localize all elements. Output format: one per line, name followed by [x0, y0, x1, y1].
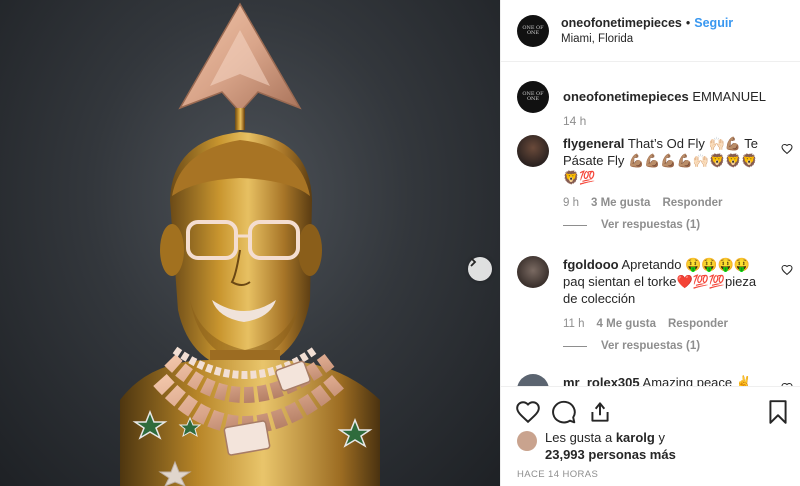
reply-button[interactable]: Responder: [668, 318, 728, 330]
avatar-logo-text: ONE OF ONE: [522, 91, 544, 102]
likes-prefix: Les gusta a: [545, 430, 616, 445]
view-replies-button[interactable]: Ver respuestas (1): [563, 219, 769, 231]
reply-button[interactable]: Responder: [662, 197, 722, 209]
comment-likes[interactable]: 3 Me gusta: [591, 197, 650, 209]
likes-count-button[interactable]: 23,993 personas más: [545, 447, 676, 462]
instagram-post: ONE OF ONE oneofonetimepieces • Seguir Mia…: [0, 0, 800, 486]
comment-text: Amazing peace ✌️: [642, 375, 752, 386]
chevron-right-icon: [470, 257, 477, 267]
follow-button[interactable]: Seguir: [694, 16, 733, 30]
avatar[interactable]: ONE OF ONE: [517, 14, 549, 47]
likes-summary: Les gusta a karolg y 23,993 personas más: [517, 429, 676, 463]
comment-icon[interactable]: [551, 399, 577, 425]
comment-username[interactable]: flygeneral: [563, 136, 624, 151]
comment-username[interactable]: fgoldooo: [563, 257, 619, 272]
caption-username[interactable]: oneofonetimepieces: [563, 89, 689, 104]
commenter-avatar[interactable]: [517, 256, 549, 288]
post-actions: Les gusta a karolg y 23,993 personas más…: [501, 386, 800, 486]
comment-heart-icon[interactable]: [781, 264, 793, 276]
view-replies-button[interactable]: Ver respuestas (1): [563, 340, 769, 352]
share-icon[interactable]: [587, 399, 613, 425]
separator-dot: •: [685, 16, 691, 30]
comment-item: mr_rolex305 Amazing peace ✌️: [517, 374, 793, 386]
liker-avatar[interactable]: [517, 431, 537, 451]
post-caption: ONE OF ONE oneofonetimepieces EMMANUEL: [517, 81, 766, 113]
post-author-username[interactable]: oneofonetimepieces: [561, 16, 682, 30]
comment-item: flygeneral That’s Od Fly 🙌🏻💪🏽 Te Pásate …: [517, 135, 793, 231]
replies-divider: [563, 224, 587, 226]
post-header: ONE OF ONE oneofonetimepieces • Seguir Mia…: [501, 0, 800, 62]
heart-icon[interactable]: [515, 399, 541, 425]
post-sidebar: ONE OF ONE oneofonetimepieces • Seguir Mia…: [500, 0, 800, 486]
comment-item: fgoldooo Apretando 🤑🤑🤑🤑 paq sientan el t…: [517, 256, 793, 352]
commenter-avatar[interactable]: [517, 374, 549, 386]
comments-list[interactable]: ONE OF ONE oneofonetimepieces EMMANUEL 1…: [501, 63, 800, 386]
gold-bust-image: [120, 2, 380, 486]
avatar[interactable]: ONE OF ONE: [517, 81, 549, 113]
comment-time[interactable]: 11 h: [563, 318, 585, 330]
replies-divider: [563, 345, 587, 347]
comment-heart-icon[interactable]: [781, 143, 793, 155]
caption-text: EMMANUEL: [692, 89, 767, 104]
view-replies-label: Ver respuestas (1): [601, 340, 701, 352]
comment-username[interactable]: mr_rolex305: [563, 375, 640, 386]
bookmark-icon[interactable]: [765, 399, 791, 425]
post-time[interactable]: HACE 14 HORAS: [517, 469, 598, 480]
next-image-button[interactable]: [468, 257, 492, 281]
caption-time: 14 h: [563, 114, 587, 128]
commenter-avatar[interactable]: [517, 135, 549, 167]
likes-middle: y: [654, 430, 665, 445]
comment-likes[interactable]: 4 Me gusta: [597, 318, 656, 330]
avatar-logo-text: ONE OF ONE: [522, 24, 544, 36]
view-replies-label: Ver respuestas (1): [601, 219, 701, 231]
comment-time[interactable]: 9 h: [563, 197, 579, 209]
liker-username[interactable]: karolg: [616, 430, 655, 445]
post-photo[interactable]: [0, 0, 500, 486]
post-location[interactable]: Miami, Florida: [561, 33, 733, 45]
